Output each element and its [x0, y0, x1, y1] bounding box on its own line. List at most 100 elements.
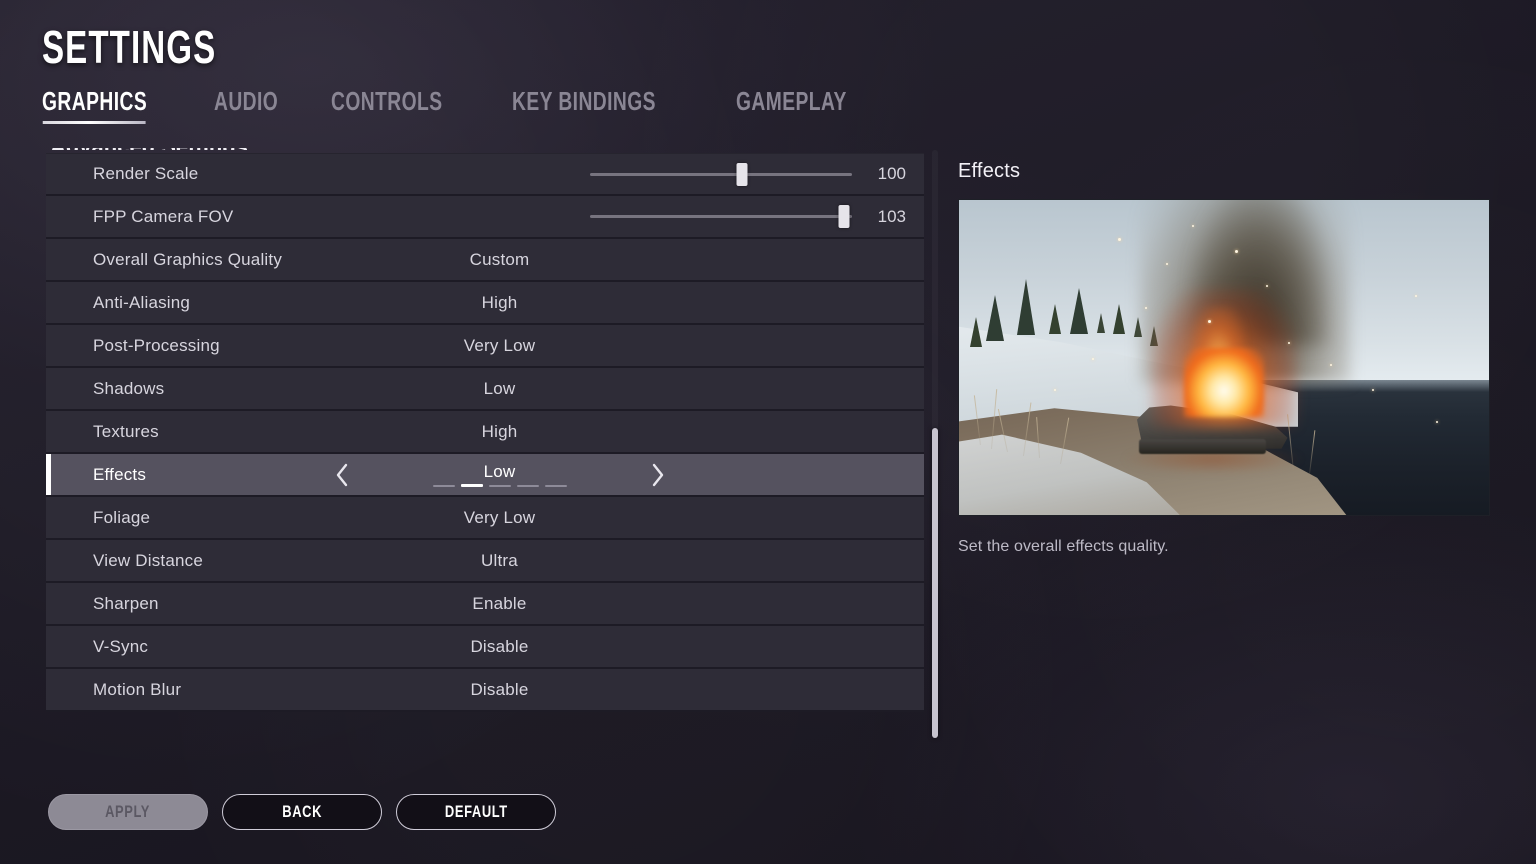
page-title: SETTINGS — [42, 21, 217, 73]
back-button[interactable]: BACK — [222, 794, 382, 830]
preview-description: Set the overall effects quality. — [958, 538, 1169, 555]
preview-panel: Effects Set the overall effects quality. — [958, 160, 1490, 556]
tab-gameplay[interactable]: GAMEPLAY — [736, 86, 847, 124]
row-label-sharpen: Sharpen — [93, 593, 159, 613]
scene-spark — [1091, 357, 1094, 360]
back-button-label: BACK — [282, 802, 322, 821]
stepper-segment — [432, 484, 455, 487]
scene-pine-tree — [1049, 303, 1062, 334]
row-value-view-distance[interactable]: Ultra — [481, 551, 518, 571]
settings-row-fpp-camera-fov[interactable]: FPP Camera FOV 103 — [46, 196, 924, 239]
row-value-anti-aliasing[interactable]: High — [482, 293, 518, 313]
settings-screen: SETTINGS GRAPHICS AUDIO CONTROLS KEY BIN… — [0, 0, 1536, 864]
scene-pine-tree — [1112, 303, 1125, 334]
row-control-shadows: Low — [93, 368, 906, 409]
slider-fpp-camera-fov[interactable] — [590, 205, 852, 228]
row-label-textures: Textures — [93, 421, 159, 441]
stepper-value-effects: Low — [483, 461, 516, 481]
row-control-v-sync: Disable — [93, 626, 906, 667]
apply-button[interactable]: APPLY — [48, 794, 208, 830]
tab-controls[interactable]: CONTROLS — [331, 86, 443, 124]
row-label-motion-blur: Motion Blur — [93, 679, 182, 699]
row-value-motion-blur[interactable]: Disable — [470, 680, 528, 700]
scene-spark — [1436, 420, 1438, 423]
section-header-advanced-settings: Advanced Settings — [46, 148, 924, 150]
row-value-foliage[interactable]: Very Low — [464, 508, 536, 528]
row-control-sharpen: Enable — [93, 583, 906, 624]
settings-row-view-distance[interactable]: View Distance Ultra — [46, 540, 924, 583]
settings-row-effects[interactable]: Effects Low — [46, 454, 924, 497]
settings-row-textures[interactable]: Textures High — [46, 411, 924, 454]
slider-track-render-scale — [590, 172, 852, 176]
row-control-textures: High — [93, 411, 906, 452]
row-label-post-processing: Post-Processing — [93, 335, 220, 355]
row-value-v-sync[interactable]: Disable — [470, 637, 528, 657]
row-value-overall-quality[interactable]: Custom — [470, 250, 530, 270]
row-label-foliage: Foliage — [93, 507, 151, 527]
scene-spark — [1144, 307, 1147, 310]
scene-spark — [1165, 263, 1168, 265]
row-label-view-distance: View Distance — [93, 550, 204, 570]
default-button[interactable]: DEFAULT — [396, 794, 556, 830]
preview-title: Effects — [958, 160, 1021, 182]
scene-spark — [1287, 341, 1290, 344]
row-label-anti-aliasing: Anti-Aliasing — [93, 292, 191, 312]
row-control-view-distance: Ultra — [93, 540, 906, 581]
slider-track-fpp-camera-fov — [590, 215, 852, 218]
footer-buttons: APPLY BACK DEFAULT — [48, 794, 556, 830]
settings-row-sharpen[interactable]: Sharpen Enable — [46, 583, 924, 626]
scene-pine-tree — [1017, 278, 1036, 335]
preview-image — [958, 199, 1490, 516]
settings-row-v-sync[interactable]: V-Sync Disable — [46, 626, 924, 669]
tab-graphics[interactable]: GRAPHICS — [42, 86, 147, 124]
chevron-right-icon[interactable] — [638, 455, 678, 495]
settings-tabbar: GRAPHICS AUDIO CONTROLS KEY BINDINGS GAM… — [42, 86, 886, 124]
tab-gameplay-label: GAMEPLAY — [736, 86, 847, 116]
tab-key-bindings[interactable]: KEY BINDINGS — [512, 86, 656, 124]
tab-audio-label: AUDIO — [214, 86, 279, 116]
slider-thumb-fpp-camera-fov[interactable] — [838, 205, 850, 228]
slider-thumb-render-scale[interactable] — [736, 162, 748, 186]
row-control-motion-blur: Disable — [93, 669, 906, 710]
stepper-segments-effects — [432, 484, 567, 488]
settings-row-render-scale[interactable]: Render Scale 100 — [46, 153, 924, 196]
settings-row-overall-quality[interactable]: Overall Graphics Quality Custom — [46, 239, 924, 282]
settings-row-post-processing[interactable]: Post-Processing Very Low — [46, 325, 924, 368]
scene-spark — [1330, 363, 1332, 366]
settings-list: Advanced Settings Render Scale100FPP Cam… — [46, 148, 924, 738]
slider-render-scale[interactable] — [590, 162, 852, 186]
scrollbar-thumb[interactable] — [932, 428, 938, 738]
scene-flame-core — [1184, 348, 1264, 418]
settings-row-foliage[interactable]: Foliage Very Low — [46, 497, 924, 540]
scene-spark — [1414, 294, 1417, 297]
stepper-segment — [516, 484, 539, 487]
scene-spark — [1208, 319, 1212, 323]
row-label-shadows: Shadows — [93, 378, 165, 398]
default-button-label: DEFAULT — [444, 802, 508, 821]
settings-row-anti-aliasing[interactable]: Anti-Aliasing High — [46, 282, 924, 325]
scene-pine-tree — [1070, 288, 1089, 335]
stepper-segment — [460, 484, 483, 488]
tab-key-bindings-label: KEY BINDINGS — [511, 86, 656, 116]
scene-vehicle-track — [1139, 439, 1267, 454]
row-value-sharpen[interactable]: Enable — [472, 594, 526, 614]
row-value-textures[interactable]: High — [482, 422, 518, 442]
settings-row-motion-blur[interactable]: Motion Blur Disable — [46, 669, 924, 712]
chevron-left-icon[interactable] — [322, 455, 362, 495]
tab-audio[interactable]: AUDIO — [214, 86, 278, 124]
row-label-overall-quality: Overall Graphics Quality — [93, 249, 283, 269]
slider-wrap-fpp-camera-fov: 103 — [93, 196, 906, 237]
row-control-anti-aliasing: High — [93, 282, 906, 323]
apply-button-label: APPLY — [105, 802, 151, 821]
settings-scrollbar[interactable] — [932, 150, 938, 738]
stepper-segment — [544, 484, 567, 487]
settings-row-shadows[interactable]: Shadows Low — [46, 368, 924, 411]
slider-value-render-scale: 100 — [877, 164, 906, 183]
row-control-foliage: Very Low — [93, 497, 906, 538]
row-value-post-processing[interactable]: Very Low — [464, 336, 536, 356]
stepper-effects: Low — [93, 454, 906, 495]
tab-controls-label: CONTROLS — [330, 86, 443, 116]
scene-pine-tree — [985, 294, 1004, 341]
slider-value-fpp-camera-fov: 103 — [877, 206, 906, 226]
row-value-shadows[interactable]: Low — [484, 379, 516, 399]
